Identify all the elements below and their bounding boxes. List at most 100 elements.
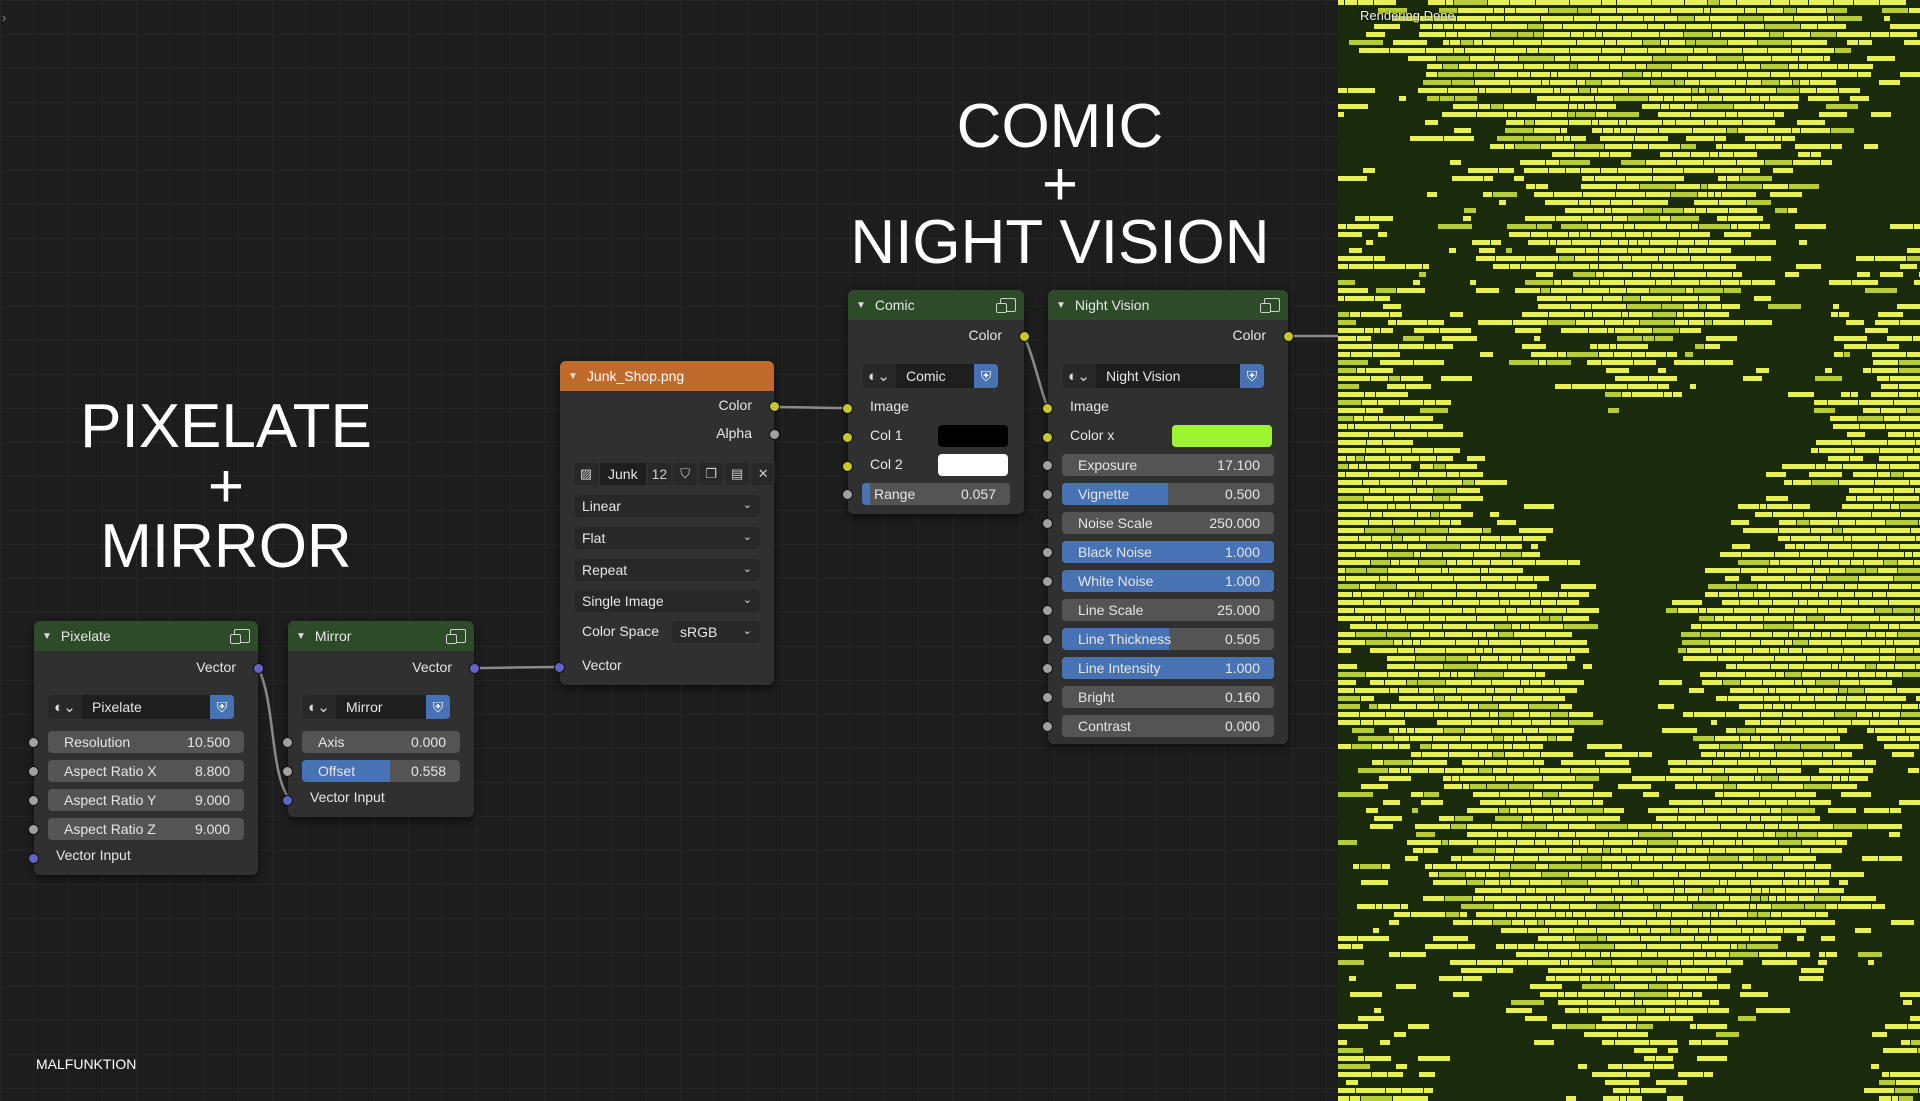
noise-scale-field[interactable]: Noise Scale 250.000 [1062,512,1274,534]
image-texture-node[interactable]: ▼ Junk_Shop.png Color Alpha ▨ Junk 12 ⛉ … [554,361,780,685]
comic-node[interactable]: ▼ Comic Color ◐⌄ Comic ⛨ Image Col 1 Col… [842,290,1030,514]
col2-color-swatch[interactable] [938,454,1008,476]
input-axis-socket[interactable] [282,737,293,748]
image-selector[interactable]: ▨ Junk 12 ⛉ ❐ ▤ ✕ [574,462,776,486]
node-group-selector[interactable]: ◐⌄ Comic ⛨ [862,363,998,389]
input-line-intensity-socket[interactable] [1042,663,1053,674]
input-exposure-socket[interactable] [1042,460,1053,471]
user-count[interactable]: 12 [647,463,672,485]
duplicate-icon[interactable]: ❐ [699,463,724,485]
node-group-selector[interactable]: ◐⌄ Mirror ⛨ [302,694,450,720]
output-color-socket[interactable] [1283,331,1294,342]
bright-field[interactable]: Bright 0.160 [1062,686,1274,708]
input-col2-socket[interactable] [842,461,853,472]
input-vector-socket[interactable] [28,853,39,864]
input-offset-socket[interactable] [282,766,293,777]
group-name-field[interactable]: Night Vision [1096,364,1240,388]
output-color-socket[interactable] [769,401,780,412]
input-contrast-socket[interactable] [1042,721,1053,732]
extension-dropdown[interactable]: Repeat ⌄ [574,559,760,581]
resolution-field[interactable]: Resolution 10.500 [48,731,244,753]
input-color-x-socket[interactable] [1042,432,1053,443]
fake-user-shield-icon[interactable]: ⛨ [1240,364,1264,388]
color-space-dropdown[interactable]: sRGB ⌄ [672,621,760,643]
node-tree-icon[interactable]: ◐⌄ [1062,364,1096,388]
node-editor[interactable]: › PIXELATE + MIRROR COMIC + NIGHT VISION… [0,0,1338,1101]
input-noise-scale-socket[interactable] [1042,518,1053,529]
node-group-icon[interactable] [446,629,466,644]
aspect-ratio-x-field[interactable]: Aspect Ratio X 8.800 [48,760,244,782]
collapse-icon[interactable]: ▼ [856,300,866,311]
fake-user-shield-icon[interactable]: ⛉ [673,463,698,485]
collapse-icon[interactable]: ▼ [42,631,52,642]
node-header[interactable]: ▼ Comic [848,290,1024,320]
node-group-selector[interactable]: ◐⌄ Night Vision ⛨ [1062,363,1264,389]
mirror-node[interactable]: ▼ Mirror Vector ◐⌄ Mirror ⛨ Axis 0.000 Of… [282,621,480,817]
interpolation-dropdown[interactable]: Linear ⌄ [574,495,760,517]
group-name-field[interactable]: Comic [896,364,974,388]
node-tree-icon[interactable]: ◐⌄ [302,695,336,719]
input-image-socket[interactable] [1042,403,1053,414]
col1-color-swatch[interactable] [938,425,1008,447]
range-field[interactable]: Range 0.057 [862,483,1010,505]
output-color-socket[interactable] [1019,331,1030,342]
line-intensity-field[interactable]: Line Intensity 1.000 [1062,657,1274,679]
line-thickness-field[interactable]: Line Thickness 0.505 [1062,628,1274,650]
line-scale-field[interactable]: Line Scale 25.000 [1062,599,1274,621]
fake-user-shield-icon[interactable]: ⛨ [974,364,998,388]
aspect-ratio-y-field[interactable]: Aspect Ratio Y 9.000 [48,789,244,811]
projection-dropdown[interactable]: Flat ⌄ [574,527,760,549]
fake-user-shield-icon[interactable]: ⛨ [210,695,234,719]
input-col1-socket[interactable] [842,432,853,443]
output-alpha-socket[interactable] [769,429,780,440]
node-group-icon[interactable] [1260,298,1280,313]
node-header[interactable]: ▼ Junk_Shop.png [560,361,774,391]
node-tree-icon[interactable]: ◐⌄ [862,364,896,388]
offset-field[interactable]: Offset 0.558 [302,760,460,782]
input-white-noise-socket[interactable] [1042,576,1053,587]
collapse-icon[interactable]: ▼ [296,631,306,642]
source-dropdown[interactable]: Single Image ⌄ [574,590,760,612]
output-vector-socket[interactable] [469,663,480,674]
vignette-field[interactable]: Vignette 0.500 [1062,483,1274,505]
node-group-selector[interactable]: ◐⌄ Pixelate ⛨ [48,694,234,720]
input-aspect-x-socket[interactable] [28,766,39,777]
group-name-field[interactable]: Pixelate [82,695,210,719]
contrast-field[interactable]: Contrast 0.000 [1062,715,1274,737]
collapse-icon[interactable]: ▼ [1056,300,1066,311]
input-line-scale-socket[interactable] [1042,605,1053,616]
black-noise-field[interactable]: Black Noise 1.000 [1062,541,1274,563]
white-noise-field[interactable]: White Noise 1.000 [1062,570,1274,592]
input-resolution-socket[interactable] [28,737,39,748]
group-name-field[interactable]: Mirror [336,695,426,719]
output-vector-socket[interactable] [253,663,264,674]
input-black-noise-socket[interactable] [1042,547,1053,558]
input-line-thickness-socket[interactable] [1042,634,1053,645]
open-folder-icon[interactable]: ▤ [725,463,750,485]
exposure-field[interactable]: Exposure 17.100 [1062,454,1274,476]
color-x-swatch[interactable] [1172,425,1272,447]
node-header[interactable]: ▼ Pixelate [34,621,258,651]
node-group-icon[interactable] [996,298,1016,313]
aspect-ratio-z-field[interactable]: Aspect Ratio Z 9.000 [48,818,244,840]
fake-user-shield-icon[interactable]: ⛨ [426,695,450,719]
axis-field[interactable]: Axis 0.000 [302,731,460,753]
input-vignette-socket[interactable] [1042,489,1053,500]
render-view[interactable]: Rendering Done ‹› [1338,0,1920,1101]
input-vector-socket[interactable] [554,662,565,673]
node-tree-icon[interactable]: ◐⌄ [48,695,82,719]
close-icon[interactable]: ✕ [751,463,776,485]
input-aspect-y-socket[interactable] [28,795,39,806]
collapse-icon[interactable]: ▼ [568,371,578,382]
node-header[interactable]: ▼ Night Vision [1048,290,1288,320]
image-name-field[interactable]: Junk [600,463,646,485]
input-vector-socket[interactable] [282,795,293,806]
input-range-socket[interactable] [842,489,853,500]
night-vision-node[interactable]: ▼ Night Vision Color ◐⌄ Night Vision ⛨ I… [1042,290,1294,744]
input-bright-socket[interactable] [1042,692,1053,703]
node-group-icon[interactable] [230,629,250,644]
node-header[interactable]: ▼ Mirror [288,621,474,651]
input-aspect-z-socket[interactable] [28,824,39,835]
input-image-socket[interactable] [842,403,853,414]
pixelate-node[interactable]: ▼ Pixelate Vector ◐⌄ Pixelate ⛨ Resoluti… [28,621,264,875]
